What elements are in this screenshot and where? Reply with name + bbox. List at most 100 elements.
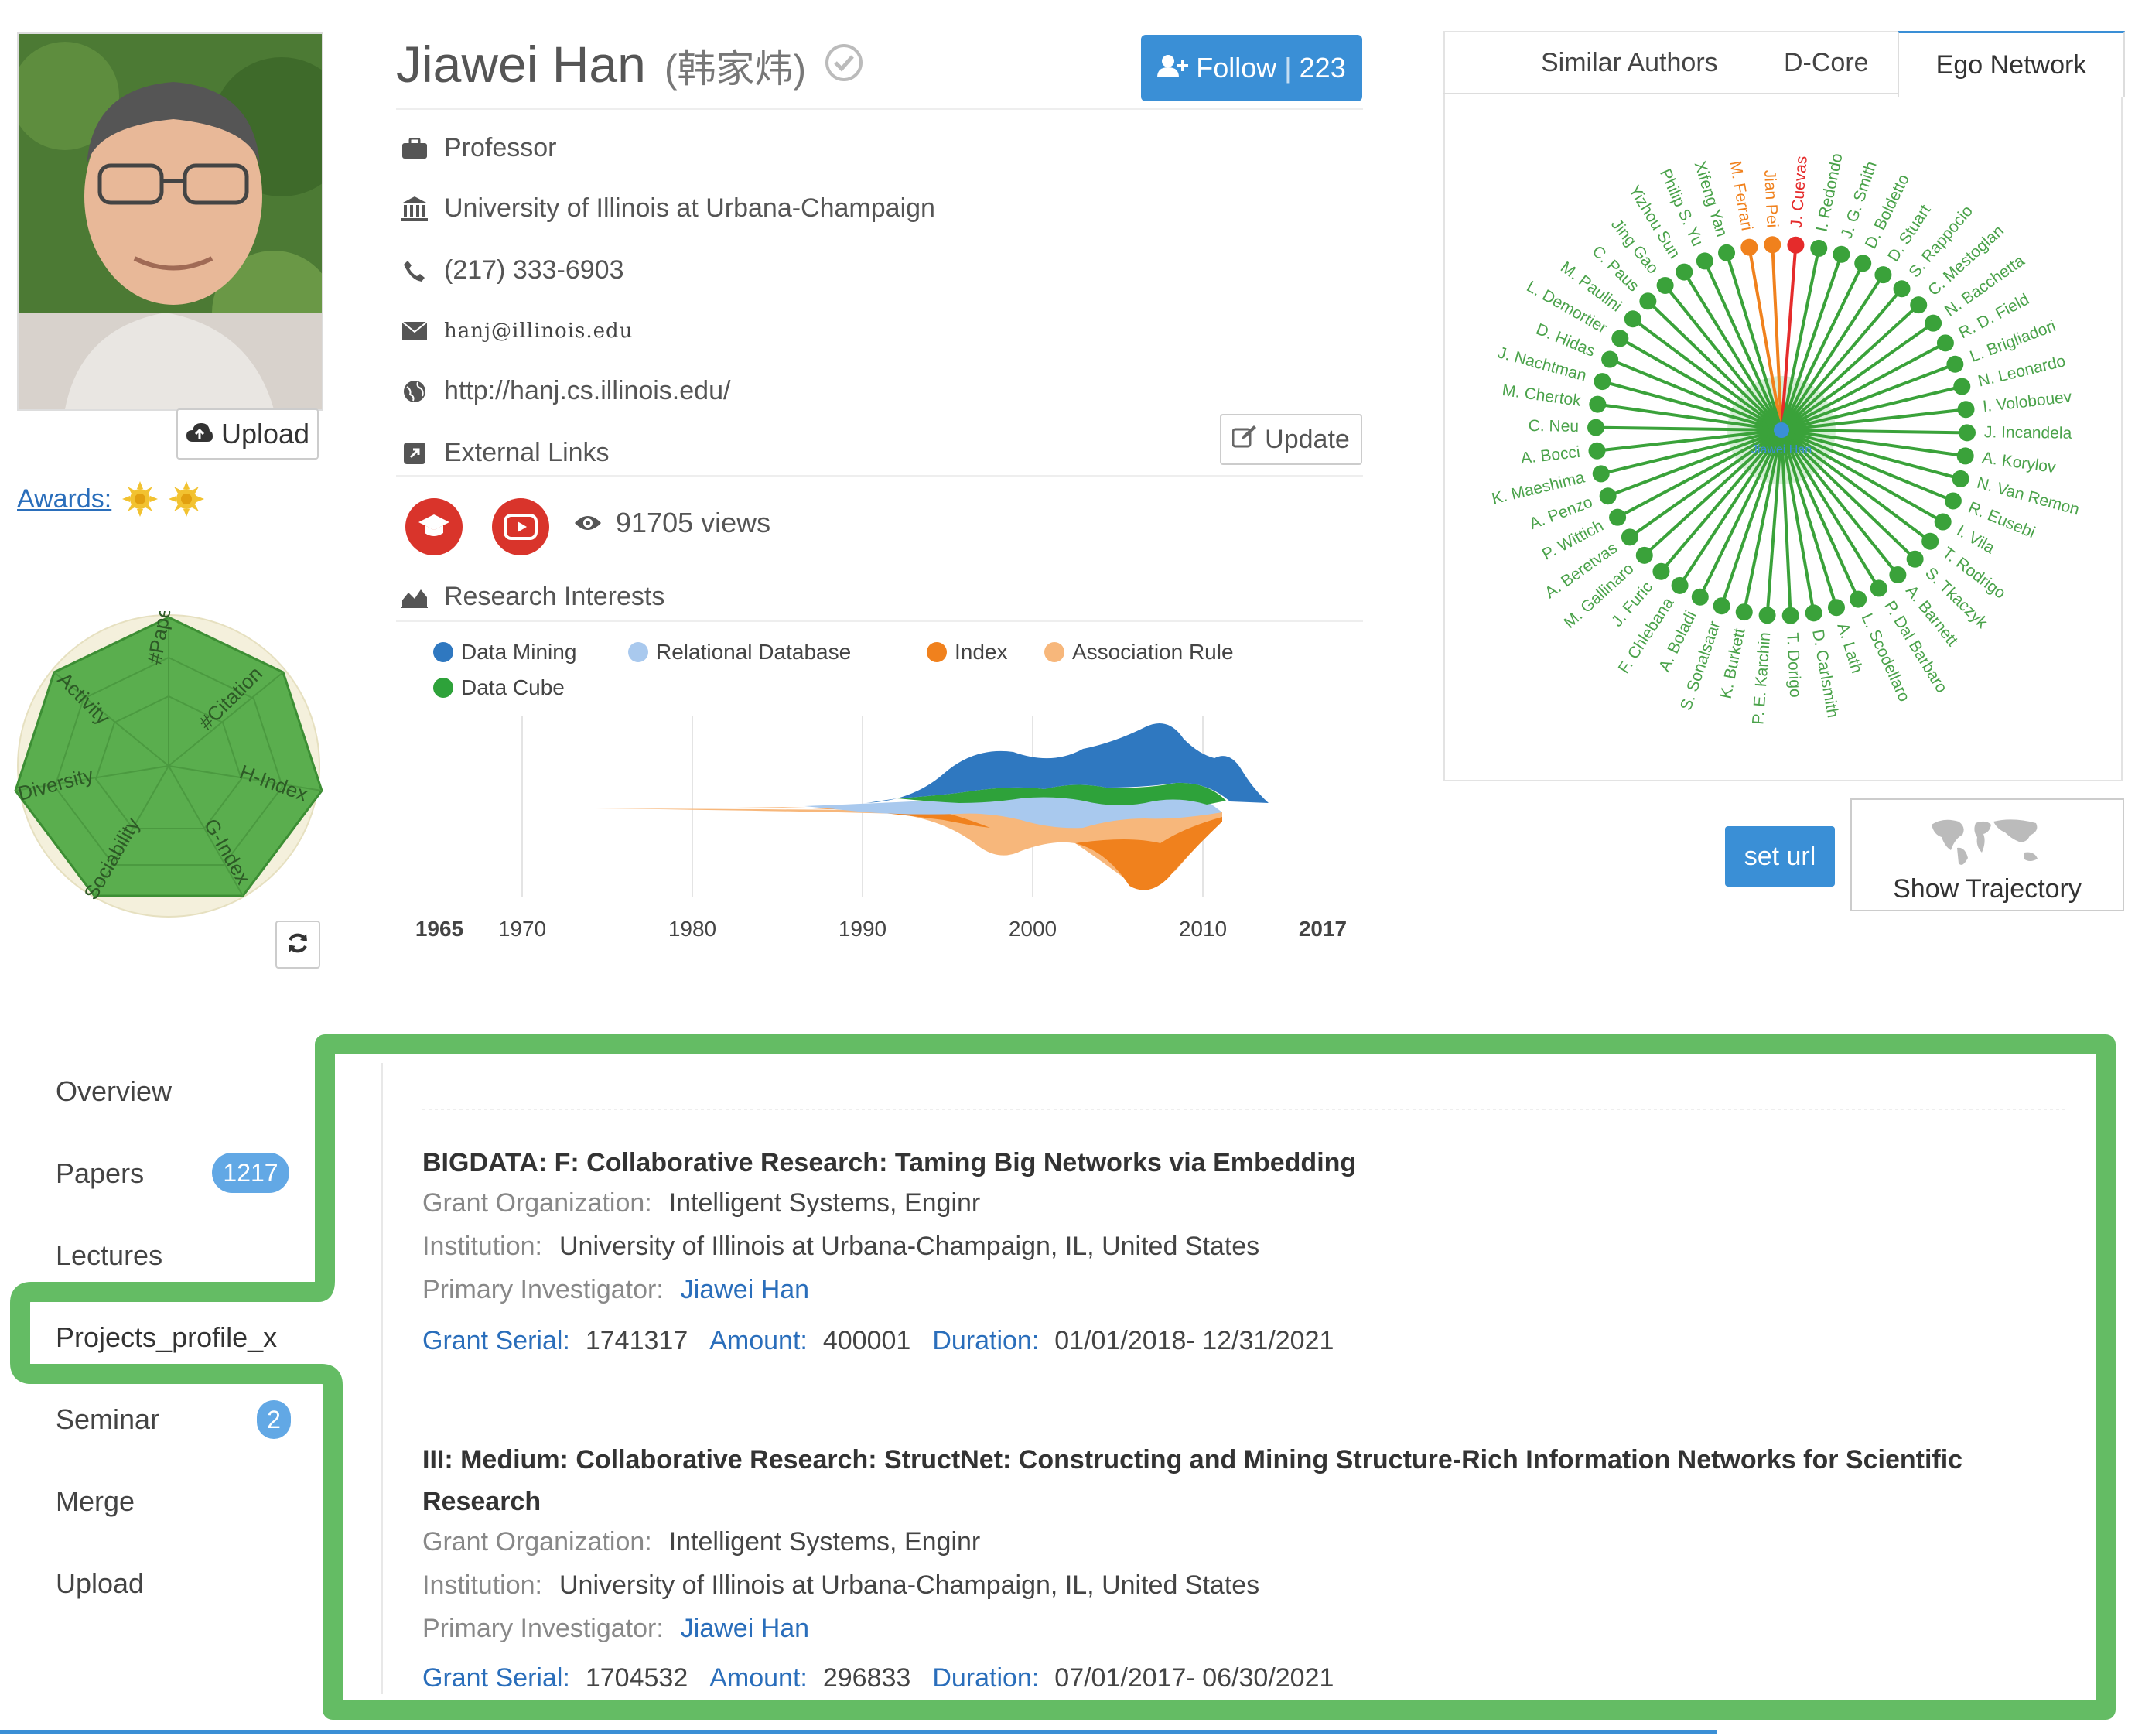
- bottom-scrollbar[interactable]: [0, 1730, 1717, 1734]
- profile-institution[interactable]: University of Illinois at Urbana-Champai…: [444, 193, 935, 224]
- tab-d-core[interactable]: D-Core: [1784, 48, 1869, 78]
- network-node[interactable]: [1758, 607, 1776, 624]
- legend-item[interactable]: Data Mining: [433, 640, 576, 665]
- network-node[interactable]: [1589, 395, 1607, 413]
- network-node-label[interactable]: A. Korylov: [1981, 449, 2057, 477]
- network-node[interactable]: [1639, 292, 1657, 310]
- network-node[interactable]: [1592, 465, 1610, 483]
- show-trajectory-button[interactable]: Show Trajectory: [1850, 798, 2124, 911]
- set-url-button[interactable]: set url: [1725, 826, 1835, 887]
- network-node-label[interactable]: K. Burkett: [1717, 627, 1749, 700]
- legend-item[interactable]: Index: [927, 640, 1008, 665]
- network-node[interactable]: [1652, 562, 1670, 580]
- ego-network-graph[interactable]: M. Ferrari Jian Pei J. Cuevas I. Redondo J. …: [1447, 96, 2116, 777]
- network-node[interactable]: [1850, 590, 1867, 608]
- network-node[interactable]: [1944, 492, 1962, 510]
- network-node[interactable]: [1827, 599, 1845, 617]
- network-node[interactable]: [1953, 378, 1971, 395]
- network-node-label[interactable]: D. Carlsmith: [1809, 628, 1842, 719]
- network-node-label[interactable]: A. Lath: [1833, 621, 1866, 675]
- network-node[interactable]: [1594, 373, 1611, 391]
- network-node[interactable]: [1833, 245, 1850, 263]
- legend-item[interactable]: Relational Database: [628, 640, 851, 665]
- network-node[interactable]: [1922, 532, 1939, 550]
- network-node[interactable]: [1671, 576, 1689, 594]
- network-node[interactable]: [1925, 314, 1942, 332]
- network-node[interactable]: [1735, 603, 1753, 621]
- info-phone: (217) 333-6903: [401, 255, 624, 285]
- pi-value[interactable]: Jiawei Han: [681, 1614, 809, 1644]
- network-node[interactable]: [1764, 236, 1781, 254]
- update-button[interactable]: Update: [1220, 414, 1362, 465]
- legend-label: Index: [955, 640, 1008, 664]
- network-node[interactable]: [1676, 263, 1693, 281]
- profile-name: Jiawei Han: [396, 36, 646, 93]
- network-node-label[interactable]: I. Volobouev: [1982, 388, 2073, 415]
- network-node[interactable]: [1946, 355, 1964, 373]
- network-node[interactable]: [1956, 447, 1974, 465]
- network-node[interactable]: [1621, 528, 1638, 546]
- network-node-label[interactable]: T. Dorigo: [1783, 632, 1804, 698]
- network-node[interactable]: [1936, 334, 1954, 352]
- network-node[interactable]: [1893, 280, 1911, 298]
- profile-homepage-link[interactable]: http://hanj.cs.illinois.edu/: [444, 376, 730, 406]
- network-node[interactable]: [1696, 252, 1713, 270]
- network-node[interactable]: [1787, 236, 1805, 254]
- project-pi: Primary Investigator: Jiawei Han: [422, 1614, 809, 1644]
- network-node-label[interactable]: C. Neu: [1529, 417, 1580, 436]
- network-node-label[interactable]: J. Incandela: [1984, 423, 2072, 443]
- network-node-label[interactable]: P. E. Karchin: [1749, 631, 1774, 725]
- network-node[interactable]: [1874, 266, 1892, 284]
- upload-photo-button[interactable]: Upload: [176, 408, 319, 460]
- x-tick-label: 2000: [1009, 917, 1057, 941]
- network-node-label[interactable]: J. Cuevas: [1788, 155, 1811, 229]
- tab-ego-network[interactable]: Ego Network: [1898, 31, 2125, 97]
- network-node[interactable]: [1691, 588, 1709, 606]
- follow-button[interactable]: Follow | 223: [1141, 35, 1362, 101]
- project-title[interactable]: BIGDATA: F: Collaborative Research: Tami…: [422, 1142, 2008, 1184]
- network-node[interactable]: [1781, 607, 1799, 624]
- network-node-label[interactable]: M. Ferrari: [1726, 159, 1755, 232]
- tab-similar-authors[interactable]: Similar Authors: [1541, 48, 1718, 78]
- network-node-label[interactable]: A. Bocci: [1520, 443, 1581, 467]
- network-node[interactable]: [1854, 255, 1872, 272]
- network-node[interactable]: [1810, 239, 1828, 257]
- scholar-link-icon[interactable]: [405, 498, 463, 555]
- network-center-node[interactable]: [1774, 422, 1789, 438]
- network-node[interactable]: [1656, 276, 1674, 294]
- network-node[interactable]: [1952, 470, 1969, 487]
- project-institution: Institution: University of Illinois at U…: [422, 1232, 1259, 1262]
- youtube-link-icon[interactable]: [492, 498, 549, 555]
- network-node[interactable]: [1958, 424, 1976, 442]
- network-node-label[interactable]: Jian Pei: [1761, 169, 1781, 228]
- legend-item[interactable]: Data Cube: [433, 675, 565, 700]
- profile-views: 91705 views: [574, 507, 770, 539]
- network-node-label[interactable]: M. Chertok: [1501, 381, 1582, 410]
- network-node[interactable]: [1599, 487, 1617, 505]
- network-node[interactable]: [1624, 310, 1641, 328]
- project-title[interactable]: III: Medium: Collaborative Research: Str…: [422, 1439, 2008, 1522]
- award-badge-icon[interactable]: [169, 481, 205, 517]
- network-node[interactable]: [1718, 244, 1736, 261]
- refresh-radar-button[interactable]: [275, 921, 320, 969]
- network-node[interactable]: [1934, 513, 1952, 531]
- award-badge-icon[interactable]: [122, 481, 159, 517]
- network-node[interactable]: [1601, 350, 1619, 368]
- awards-label[interactable]: Awards:: [17, 484, 111, 514]
- network-node[interactable]: [1805, 604, 1822, 622]
- network-node[interactable]: [1611, 330, 1629, 347]
- legend-item[interactable]: Association Rule: [1044, 640, 1234, 665]
- network-node[interactable]: [1635, 546, 1653, 564]
- network-node[interactable]: [1587, 419, 1605, 436]
- network-node[interactable]: [1910, 296, 1928, 314]
- network-node[interactable]: [1740, 238, 1758, 256]
- network-node-label[interactable]: I. Redondo: [1812, 152, 1846, 233]
- network-node[interactable]: [1957, 401, 1975, 419]
- network-node[interactable]: [1906, 550, 1924, 568]
- network-node[interactable]: [1870, 579, 1887, 597]
- network-node[interactable]: [1609, 508, 1627, 526]
- network-node[interactable]: [1889, 566, 1907, 584]
- network-node[interactable]: [1588, 442, 1606, 460]
- pi-value[interactable]: Jiawei Han: [681, 1275, 809, 1305]
- network-node[interactable]: [1713, 597, 1730, 615]
